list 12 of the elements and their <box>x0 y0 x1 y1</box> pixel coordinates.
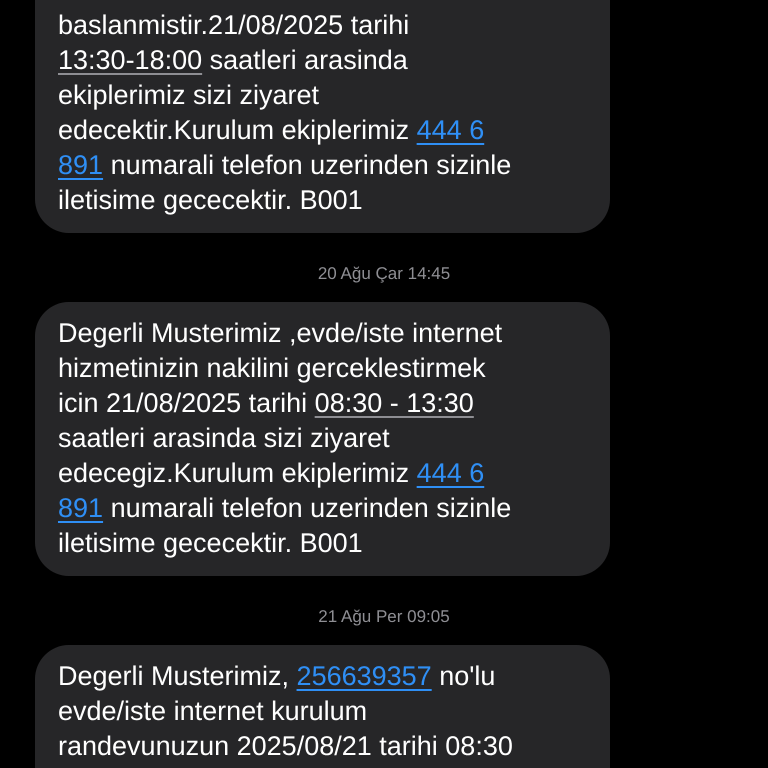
phone-link[interactable]: 256639357 <box>296 661 432 691</box>
phone-link[interactable]: 891 <box>58 150 104 180</box>
phone-link[interactable]: 444 6 <box>416 115 484 145</box>
time-link[interactable]: 08:30 - 13:30 <box>314 388 474 418</box>
phone-link[interactable]: 444 6 <box>416 458 484 488</box>
phone-link[interactable]: 891 <box>58 493 104 523</box>
message-text: Degerli Musterimiz, 256639357 no'lu evde/iste internet kurulum randevunuzun 2025/08/21 tarihi 08:30 <box>58 660 514 763</box>
message-text: baslanmistir.21/08/2025 tarihi 13:30-18:00 saatleri arasinda ekiplerimiz sizi ziyaret edecektir.Kurulum ekiplerimiz 444 6 891 numarali telefon uzerinden sizinle iletisime gececektir. B001 <box>58 9 512 217</box>
message-text: Degerli Musterimiz ,evde/iste internet hizmetinizin nakilini gerceklestirmek icin 21/08/2025 tarihi 08:30 - 13:30 saatleri arasinda sizi ziyaret edecegiz.Kurulum ekiplerimiz 444 6 891 numarali telefon uzerinden sizinle iletisime gececektir. B001 <box>58 317 512 560</box>
timestamp: 20 Ağu Çar 14:45 <box>316 264 452 284</box>
timestamp: 21 Ağu Per 09:05 <box>317 607 451 627</box>
time-link[interactable]: 13:30-18:00 <box>58 45 202 75</box>
